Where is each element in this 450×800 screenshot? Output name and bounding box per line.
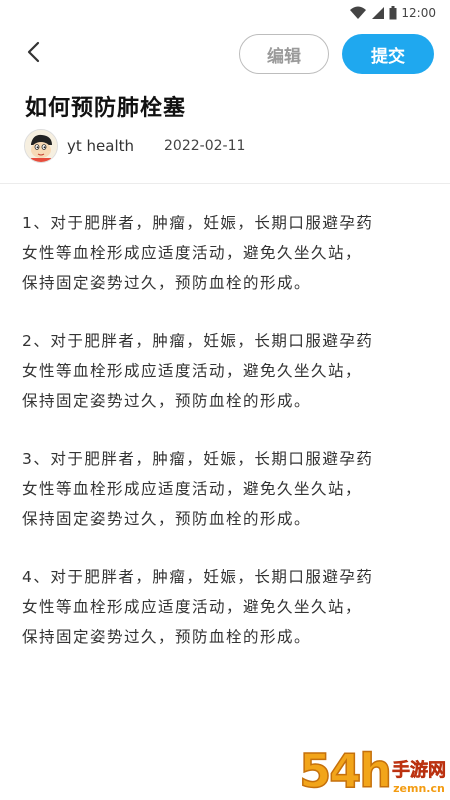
watermark-url: zemn.cn [393, 782, 445, 795]
paragraph: 1、对于肥胖者，肿瘤，妊娠，长期口服避孕药 女性等血栓形成应适度活动，避免久坐久… [22, 208, 432, 298]
battery-icon [389, 6, 397, 20]
paragraph-line: 女性等血栓形成应适度活动，避免久坐久站， [22, 480, 363, 498]
paragraph-line: 女性等血栓形成应适度活动，避免久坐久站， [22, 244, 363, 262]
avatar[interactable] [24, 129, 58, 163]
paragraph-line: 3、对于肥胖者，肿瘤，妊娠，长期口服避孕药 [22, 450, 374, 468]
status-icons: 12:00 [349, 6, 436, 20]
wifi-icon [349, 6, 367, 20]
paragraph-line: 4、对于肥胖者，肿瘤，妊娠，长期口服避孕药 [22, 568, 374, 586]
publish-date: 2022-02-11 [164, 138, 246, 154]
article-title: 如何预防肺栓塞 [25, 96, 187, 121]
article-body: 1、对于肥胖者，肿瘤，妊娠，长期口服避孕药 女性等血栓形成应适度活动，避免久坐久… [22, 208, 432, 680]
submit-button[interactable]: 提交 [342, 34, 434, 74]
paragraph-line: 2、对于肥胖者，肿瘤，妊娠，长期口服避孕药 [22, 332, 374, 350]
paragraph: 3、对于肥胖者，肿瘤，妊娠，长期口服避孕药 女性等血栓形成应适度活动，避免久坐久… [22, 444, 432, 534]
back-button[interactable] [18, 38, 50, 70]
article-meta: yt health 2022-02-11 [24, 128, 245, 164]
watermark-site-name: 手游网 [392, 760, 447, 782]
paragraph: 4、对于肥胖者，肿瘤，妊娠，长期口服避孕药 女性等血栓形成应适度活动，避免久坐久… [22, 562, 432, 652]
paragraph-line: 保持固定姿势过久，预防血栓的形成。 [22, 392, 312, 410]
watermark-side: 手游网 zemn.cn [392, 760, 447, 796]
paragraph-line: 保持固定姿势过久，预防血栓的形成。 [22, 628, 312, 646]
divider [0, 183, 450, 184]
watermark-number: 54h [298, 744, 392, 798]
status-time: 12:00 [401, 6, 436, 20]
paragraph-line: 女性等血栓形成应适度活动，避免久坐久站， [22, 362, 363, 380]
paragraph-line: 女性等血栓形成应适度活动，避免久坐久站， [22, 598, 363, 616]
paragraph-line: 保持固定姿势过久，预防血栓的形成。 [22, 510, 312, 528]
chevron-left-icon [24, 40, 44, 68]
paragraph-line: 保持固定姿势过久，预防血栓的形成。 [22, 274, 312, 292]
status-bar: 12:00 [0, 0, 450, 30]
watermark-logo: 54h 手游网 zemn.cn [298, 744, 447, 798]
paragraph: 2、对于肥胖者，肿瘤，妊娠，长期口服避孕药 女性等血栓形成应适度活动，避免久坐久… [22, 326, 432, 416]
signal-icon [371, 6, 385, 20]
paragraph-line: 1、对于肥胖者，肿瘤，妊娠，长期口服避孕药 [22, 214, 374, 232]
author-name: yt health [67, 137, 135, 155]
edit-button[interactable]: 编辑 [239, 34, 329, 74]
